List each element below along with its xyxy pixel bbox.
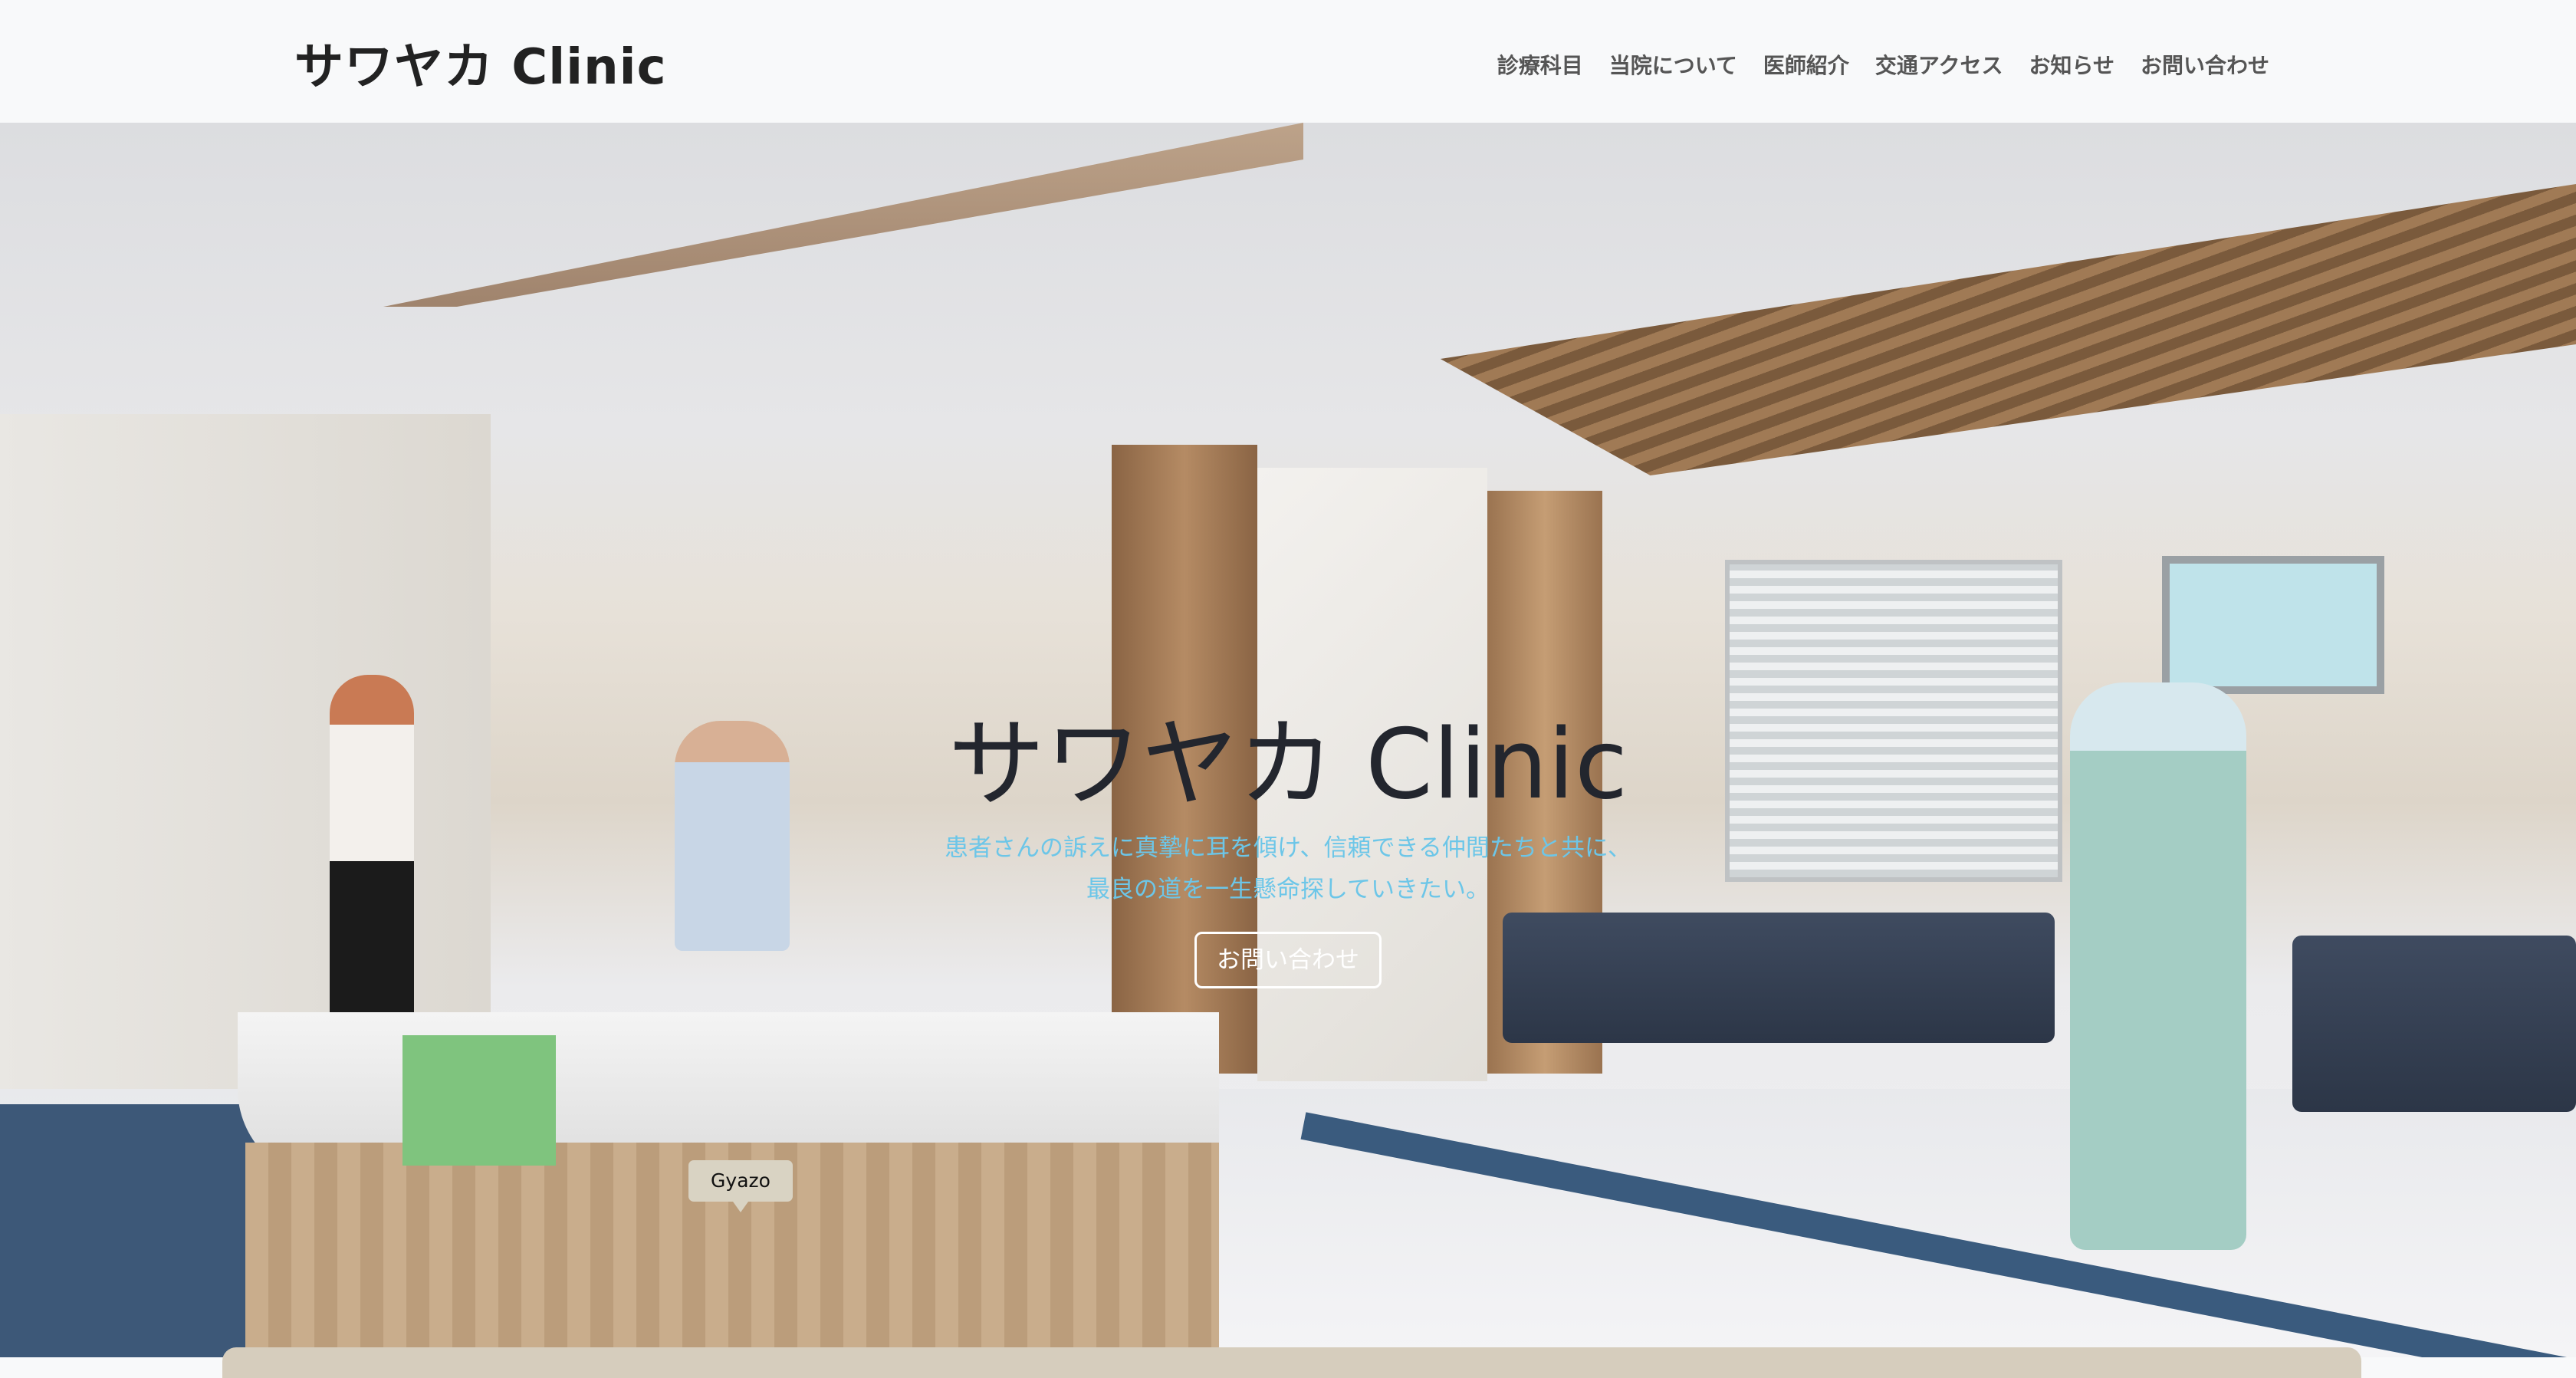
gyazo-tooltip: Gyazo [688, 1160, 793, 1212]
green-box [402, 1035, 556, 1166]
contact-button[interactable]: お問い合わせ [1194, 932, 1382, 988]
dock-bar [222, 1347, 2361, 1378]
hero-subtitle-line: 患者さんの訴えに真摯に耳を傾け、信頼できる仲間たちと共に、 [945, 834, 1631, 862]
nav-item-news[interactable]: お知らせ [2029, 49, 2114, 80]
wood-ceiling [1440, 184, 2576, 475]
site-header: サワヤカ Clinic 診療科目 当院について 医師紹介 交通アクセス お知らせ… [0, 0, 2576, 123]
waiting-chairs [1503, 913, 2055, 1043]
hero-section: サワヤカ Clinic 患者さんの訴えに真摯に耳を傾け、信頼できる仲間たちと共に… [0, 123, 2576, 1357]
site-logo[interactable]: サワヤカ Clinic [294, 28, 667, 98]
main-nav: 診療科目 当院について 医師紹介 交通アクセス お知らせ お問い合わせ [1497, 49, 2269, 80]
hero-subtitle-line: 最良の道を一生懸命探していきたい。 [1086, 876, 1490, 903]
ceiling-band [383, 123, 1303, 307]
nav-item-doctors[interactable]: 医師紹介 [1763, 49, 1849, 80]
nav-item-about[interactable]: 当院について [1609, 49, 1737, 80]
waiting-chairs [2292, 936, 2576, 1112]
nav-item-access[interactable]: 交通アクセス [1875, 49, 2003, 80]
nav-item-contact[interactable]: お問い合わせ [2141, 49, 2269, 80]
hero-title: サワヤカ Clinic [948, 708, 1628, 821]
welcome-screen [2162, 556, 2384, 694]
nav-item-departments[interactable]: 診療科目 [1497, 49, 1583, 80]
